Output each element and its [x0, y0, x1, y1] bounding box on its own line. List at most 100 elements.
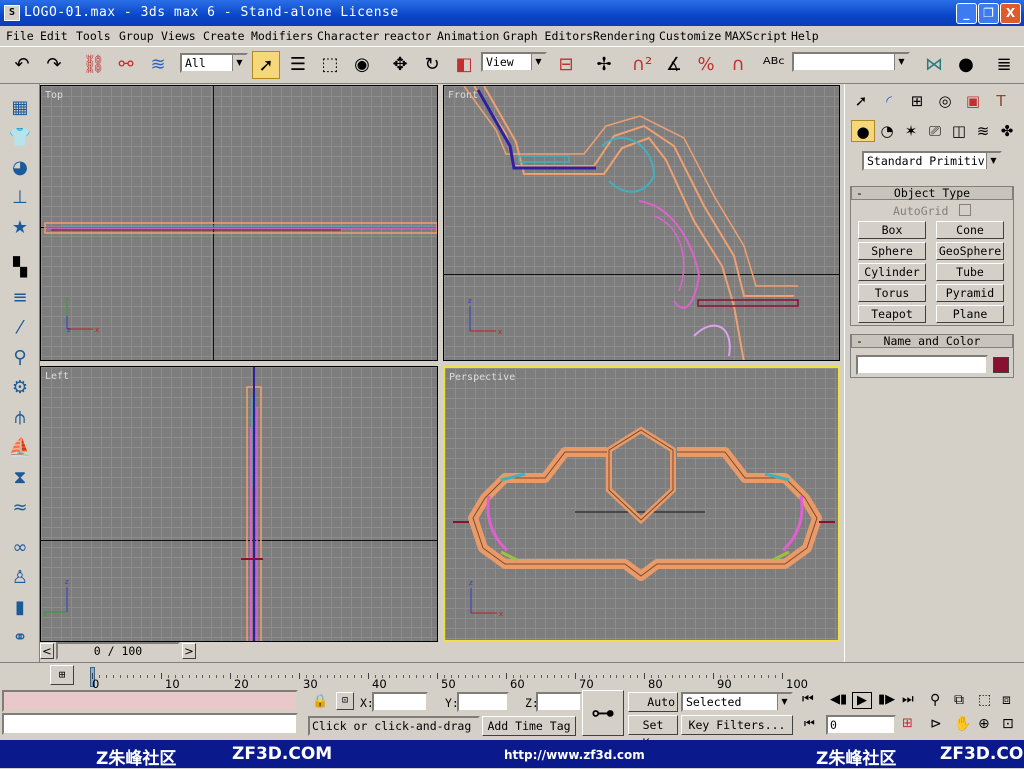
redo-icon[interactable]: ↷ [40, 51, 68, 79]
absolute-mode-icon[interactable]: ⊡ [336, 692, 354, 710]
app-icon[interactable]: S [4, 5, 20, 21]
select-and-manipulate-icon[interactable]: ✢ [590, 51, 618, 79]
create-cloth-icon[interactable]: ⧗ [6, 464, 34, 492]
key-filters-button[interactable]: Key Filters... [681, 715, 793, 735]
time-slider-prev-icon[interactable]: < [40, 643, 54, 659]
create-wave-icon[interactable]: ≈ [6, 494, 34, 522]
time-slider[interactable]: 0 / 100 [56, 642, 180, 660]
time-slider-next-icon[interactable]: > [182, 643, 196, 659]
maxscript-listener-pink[interactable] [2, 690, 298, 712]
minimize-button[interactable]: _ [956, 3, 977, 24]
lights-icon[interactable]: ✶ [899, 120, 923, 142]
create-knot-icon[interactable]: ∞ [6, 534, 34, 562]
create-panel-icon[interactable]: ▮ [6, 594, 34, 622]
geometry-icon[interactable]: ● [851, 120, 875, 142]
previous-frame-icon[interactable]: ◀▮ [830, 692, 850, 707]
selection-filter-dropdown[interactable]: All ▼ [180, 53, 248, 73]
create-bone-icon[interactable]: ⁄ [6, 314, 34, 342]
go-to-start-icon[interactable]: ⏮ [802, 692, 822, 707]
display-tab-icon[interactable]: ▣ [961, 90, 985, 112]
edit-named-selection-icon[interactable]: ᴬᴮᶜ [760, 51, 788, 79]
field-of-view-icon[interactable]: ⊳ [930, 716, 942, 732]
menu-maxscript[interactable]: MAXScript [725, 29, 787, 43]
zoom-icon[interactable]: ⚲ [930, 692, 940, 708]
add-time-tag-button[interactable]: Add Time Tag [482, 716, 576, 736]
helpers-icon[interactable]: ◫ [947, 120, 971, 142]
auto-key-button[interactable]: Auto Key [628, 692, 678, 712]
pivot-center-icon[interactable]: ⊟ [552, 51, 580, 79]
select-and-link-icon[interactable]: ⛓ [80, 51, 108, 79]
maxscript-listener-white[interactable] [2, 713, 298, 735]
menu-customize[interactable]: Customize [659, 29, 721, 43]
maximize-viewport-icon[interactable]: ⊡ [1002, 716, 1014, 732]
modify-tab-icon[interactable]: ◜ [877, 90, 901, 112]
set-key-icon[interactable]: ⊶ [582, 690, 624, 736]
menu-graph-editors[interactable]: Graph Editors [503, 29, 593, 43]
menu-animation[interactable]: Animation [437, 29, 499, 43]
menu-modifiers[interactable]: Modifiers [251, 29, 313, 43]
menu-group[interactable]: Group [119, 29, 154, 43]
menu-views[interactable]: Views [161, 29, 196, 43]
y-coordinate-input[interactable] [457, 692, 509, 712]
cylinder-button[interactable]: Cylinder [858, 263, 926, 281]
snaps-toggle-icon[interactable]: ∩² [628, 51, 656, 79]
menu-tools[interactable]: Tools [76, 29, 111, 43]
menu-file[interactable]: File [6, 29, 34, 43]
tube-button[interactable]: Tube [936, 263, 1004, 281]
select-by-name-icon[interactable]: ☰ [284, 51, 312, 79]
autogrid-checkbox[interactable] [959, 204, 971, 216]
cone-button[interactable]: Cone [936, 221, 1004, 239]
create-weathervane-icon[interactable]: ⫛ [6, 404, 34, 432]
systems-icon[interactable]: ✤ [995, 120, 1019, 142]
create-checker-icon[interactable]: ▚ [6, 254, 34, 282]
plane-button[interactable]: Plane [936, 305, 1004, 323]
create-ship-icon[interactable]: ⛵ [6, 434, 34, 462]
cameras-icon[interactable]: ⎚ [923, 120, 947, 142]
create-tab-icon[interactable]: ➚ [849, 90, 873, 112]
geosphere-button[interactable]: GeoSphere [936, 242, 1004, 260]
unlink-selection-icon[interactable]: ⚯ [112, 51, 140, 79]
layer-manager-icon[interactable]: ≣ [990, 51, 1018, 79]
pyramid-button[interactable]: Pyramid [936, 284, 1004, 302]
menu-character[interactable]: Character [317, 29, 379, 43]
track-bar[interactable]: ⊞ 0 10 20 30 40 50 60 70 80 90 100 [0, 662, 1024, 691]
shapes-icon[interactable]: ◔ [875, 120, 899, 142]
go-to-end-icon[interactable]: ⏭ [902, 692, 922, 707]
name-color-header[interactable]: - Name and Color [851, 334, 1013, 348]
select-object-icon[interactable]: ➚ [252, 51, 280, 79]
time-configuration-icon[interactable]: ⊞ [902, 716, 913, 731]
create-stack-icon[interactable]: ≡ [6, 284, 34, 312]
hierarchy-tab-icon[interactable]: ⊞ [905, 90, 929, 112]
percent-snap-icon[interactable]: % [692, 51, 720, 79]
key-mode-dropdown[interactable]: Selected ▼ [681, 692, 793, 712]
motion-tab-icon[interactable]: ◎ [933, 90, 957, 112]
menu-reactor[interactable]: reactor [383, 29, 431, 43]
reference-coordinate-dropdown[interactable]: View ▼ [481, 52, 547, 72]
viewport-top[interactable]: Top y x z [40, 85, 438, 361]
bind-to-space-warp-icon[interactable]: ≋ [144, 51, 172, 79]
align-icon[interactable]: ● [952, 51, 980, 79]
spinner-snap-icon[interactable]: ∩ [724, 51, 752, 79]
play-icon[interactable]: ▶ [852, 692, 872, 709]
object-name-input[interactable] [856, 355, 988, 375]
angle-snap-icon[interactable]: ∡ [660, 51, 688, 79]
create-shirt-icon[interactable]: 👕 [6, 124, 34, 152]
sphere-button[interactable]: Sphere [858, 242, 926, 260]
object-color-swatch[interactable] [993, 357, 1009, 373]
create-gear-icon[interactable]: ⚙ [6, 374, 34, 402]
menu-rendering[interactable]: Rendering [593, 29, 655, 43]
create-light-icon[interactable]: ⊥ [6, 184, 34, 212]
menu-help[interactable]: Help [791, 29, 819, 43]
select-and-move-icon[interactable]: ✥ [386, 51, 414, 79]
mirror-icon[interactable]: ⋈ [920, 51, 948, 79]
window-crossing-icon[interactable]: ◉ [348, 51, 376, 79]
viewport-left[interactable]: Left z y [40, 366, 438, 642]
lock-icon[interactable]: 🔒 [312, 694, 328, 709]
create-biped-icon[interactable]: ♙ [6, 564, 34, 592]
create-sphere-icon[interactable]: ◕ [6, 154, 34, 182]
maximize-button[interactable]: ❐ [978, 3, 999, 24]
select-and-scale-icon[interactable]: ◧ [450, 51, 478, 79]
create-star-icon[interactable]: ★ [6, 214, 34, 242]
create-wrench-icon[interactable]: ⚲ [6, 344, 34, 372]
next-frame-icon[interactable]: ▮▶ [878, 692, 898, 707]
